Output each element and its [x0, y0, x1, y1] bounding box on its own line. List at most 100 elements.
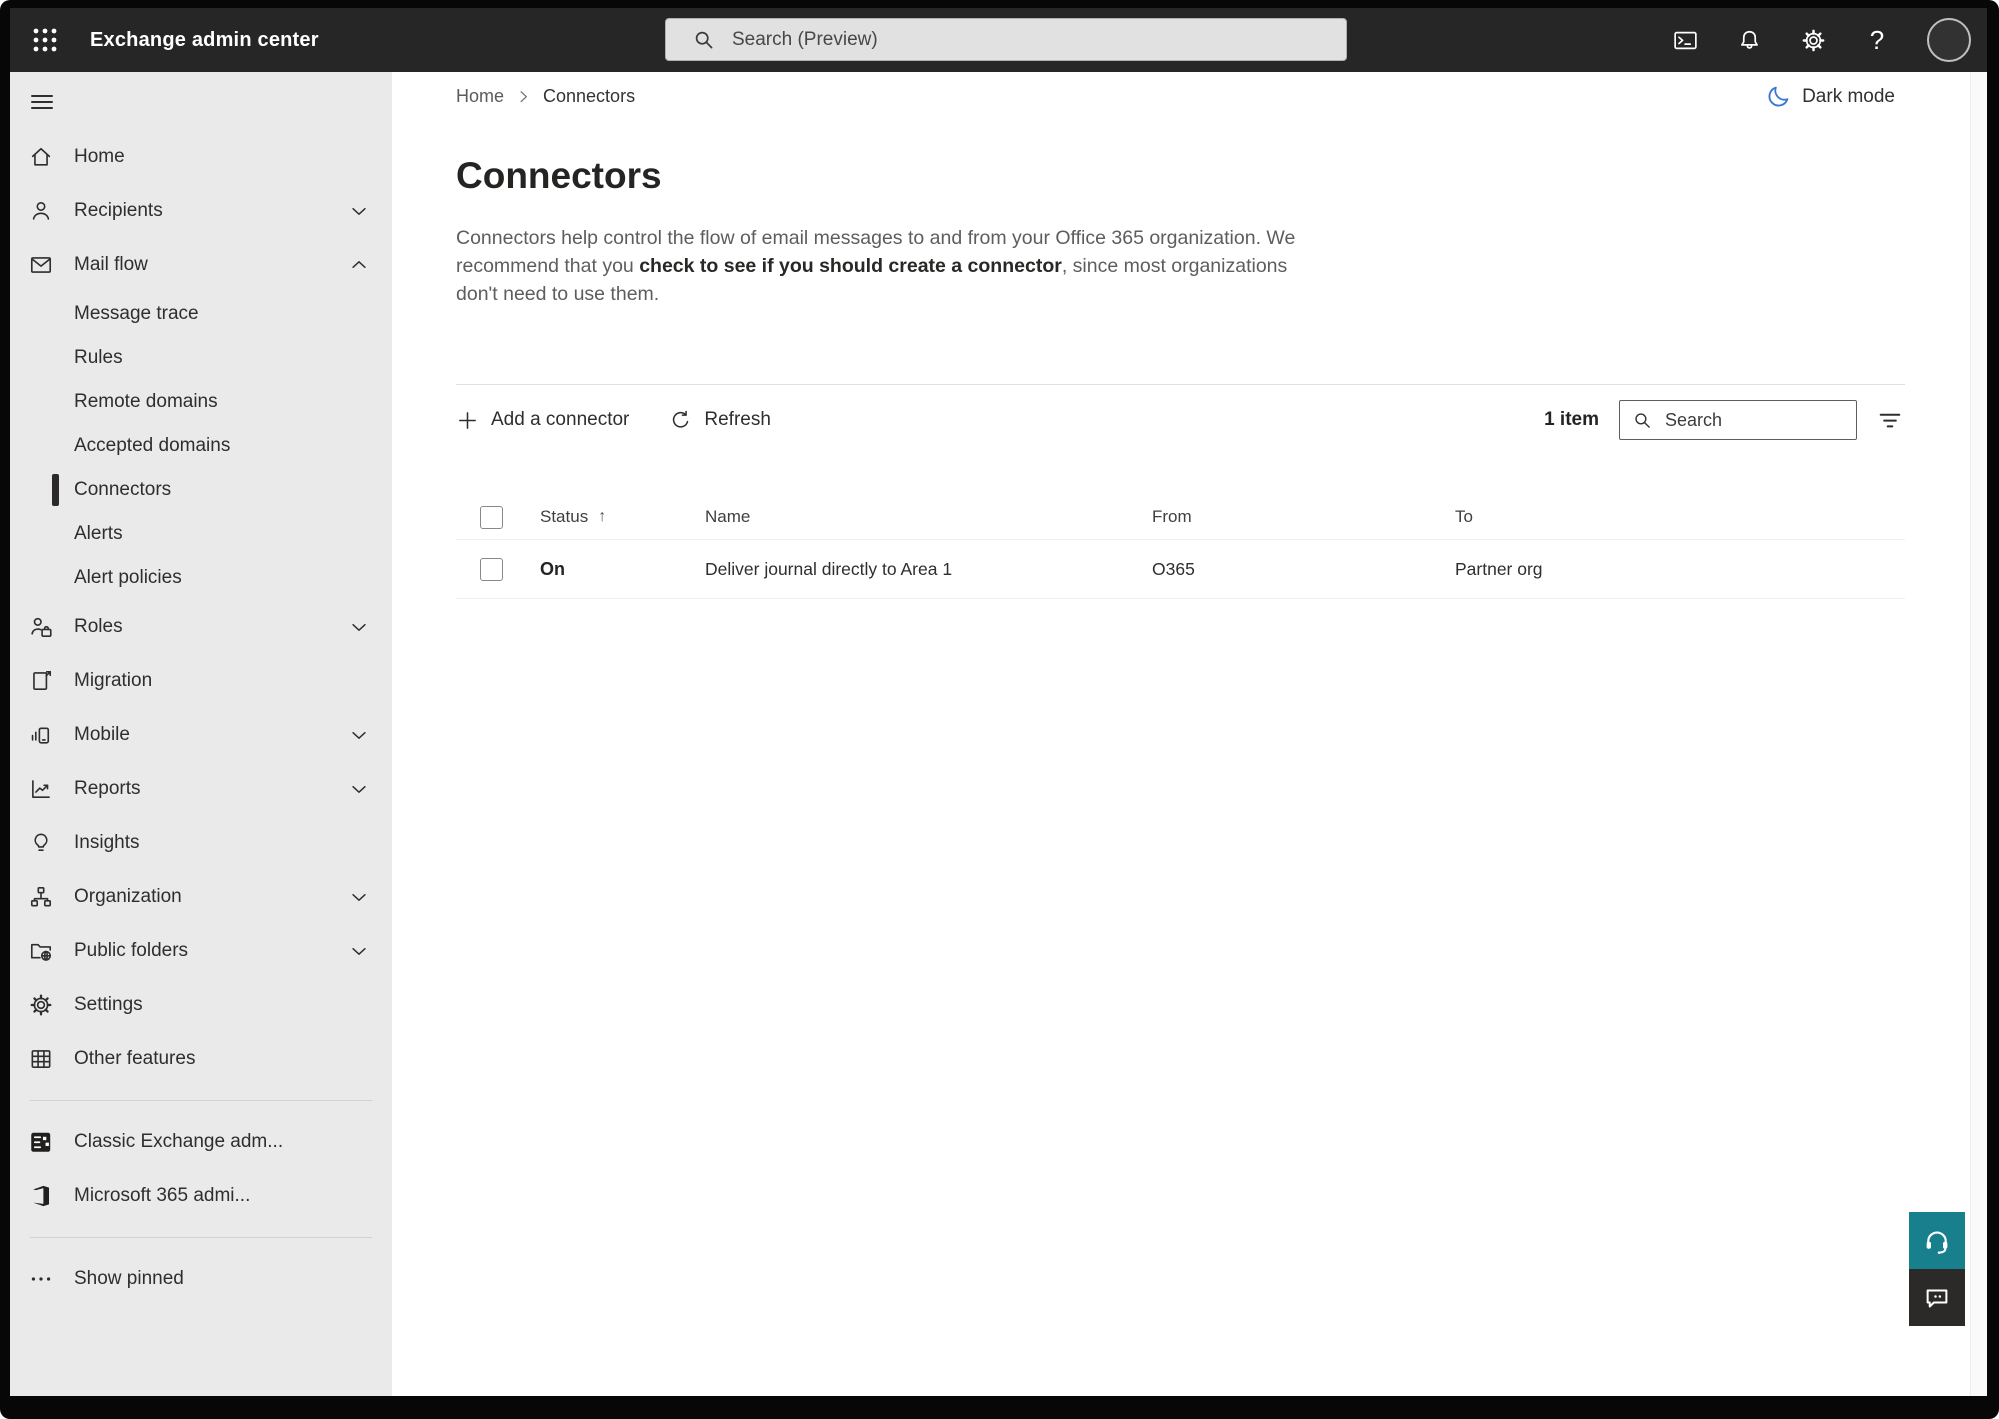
mail-icon [28, 252, 54, 278]
refresh-icon [673, 410, 689, 428]
refresh-button[interactable]: Refresh [669, 409, 771, 432]
home-icon [28, 144, 54, 170]
account-avatar[interactable] [1927, 18, 1971, 62]
app-title: Exchange admin center [90, 28, 319, 51]
sidebar-item-classic-exchange-adm[interactable]: Classic Exchange adm... [10, 1115, 392, 1169]
sidebar-item-mobile[interactable]: Mobile [10, 708, 392, 762]
sidebar-item-remote-domains[interactable]: Remote domains [10, 380, 392, 424]
row-name-cell[interactable]: Deliver journal directly to Area 1 [705, 559, 1152, 580]
app-launcher-icon[interactable] [30, 25, 60, 55]
table-row[interactable]: On Deliver journal directly to Area 1 O3… [456, 540, 1905, 600]
classic-exchange-icon [28, 1129, 54, 1155]
breadcrumb-home[interactable]: Home [456, 86, 504, 107]
sidebar-item-label: Home [74, 146, 125, 167]
global-search[interactable] [665, 18, 1347, 61]
column-header-to[interactable]: To [1455, 507, 1905, 527]
chat-icon [1926, 1289, 1948, 1307]
sidebar-item-public-folders[interactable]: Public folders [10, 924, 392, 978]
row-checkbox[interactable] [480, 557, 503, 581]
column-header-name[interactable]: Name [705, 507, 1152, 527]
sidebar-item-recipients[interactable]: Recipients [10, 184, 392, 238]
list-toolbar: Add a connector Refresh 1 item [456, 384, 1905, 455]
sidebar-divider [30, 1237, 372, 1238]
list-search[interactable] [1619, 400, 1857, 441]
sidebar-item-label: Public folders [74, 940, 189, 961]
sidebar-item-insights[interactable]: Insights [10, 816, 392, 870]
sidebar-item-roles[interactable]: Roles [10, 600, 392, 654]
sidebar-item-organization[interactable]: Organization [10, 870, 392, 924]
breadcrumb: Home Connectors [456, 84, 1905, 108]
sidebar-item-accepted-domains[interactable]: Accepted domains [10, 424, 392, 468]
sidebar-item-connectors[interactable]: Connectors [10, 468, 392, 512]
toolbar-right: 1 item [1544, 400, 1905, 441]
sidebar-item-label: Reports [74, 778, 141, 799]
column-header-status[interactable]: Status ↑ [540, 507, 705, 527]
bell-icon[interactable] [1735, 26, 1763, 54]
public-folders-icon [28, 938, 54, 964]
mobile-icon [28, 722, 54, 748]
connectors-table: Status ↑ Name From To On Deliver journal… [456, 495, 1905, 600]
sidebar-item-mail-flow[interactable]: Mail flow [10, 238, 392, 292]
sidebar-item-label: Other features [74, 1048, 196, 1069]
main-area: Dark mode Home Connectors Connectors Con… [392, 72, 1987, 1396]
topbar-icons: ? [1671, 8, 1971, 72]
column-header-from[interactable]: From [1152, 507, 1455, 527]
terminal-icon[interactable] [1671, 26, 1699, 54]
add-connector-button[interactable]: Add a connector [456, 409, 629, 432]
sidebar-item-reports[interactable]: Reports [10, 762, 392, 816]
table-header-row: Status ↑ Name From To [456, 495, 1905, 541]
sidebar-item-label: Alerts [74, 523, 123, 544]
chevron-down-icon [348, 616, 370, 638]
chevron-down-icon [348, 778, 370, 800]
chevron-up-icon [348, 254, 370, 276]
other-features-icon [28, 1046, 54, 1072]
chevron-down-icon [348, 200, 370, 222]
hamburger-icon[interactable] [28, 88, 56, 116]
support-button[interactable] [1909, 1212, 1965, 1269]
chevron-down-icon [348, 724, 370, 746]
sidebar-item-alert-policies[interactable]: Alert policies [10, 556, 392, 600]
sidebar-item-label: Message trace [74, 303, 199, 324]
gear-icon[interactable] [1799, 26, 1827, 54]
filter-icon[interactable] [1875, 405, 1905, 435]
row-from-cell: O365 [1152, 558, 1195, 579]
floating-buttons [1909, 1212, 1965, 1326]
page-description: Connectors help control the flow of emai… [456, 224, 1314, 308]
global-search-input[interactable] [730, 27, 1332, 52]
sidebar-item-label: Rules [74, 347, 123, 368]
sidebar-item-show-pinned[interactable]: Show pinned [10, 1252, 392, 1306]
list-search-input[interactable] [1663, 408, 1856, 432]
sidebar-item-label: Insights [74, 832, 140, 853]
select-all-cell [456, 505, 540, 529]
sidebar-item-rules[interactable]: Rules [10, 336, 392, 380]
select-all-checkbox[interactable] [480, 505, 503, 529]
settings-icon [28, 992, 54, 1018]
sidebar-item-label: Classic Exchange adm... [74, 1131, 284, 1152]
sidebar-item-alerts[interactable]: Alerts [10, 512, 392, 556]
sidebar-nav: Home Recipients Mail flow Message trace Rule… [10, 130, 392, 1306]
sidebar-item-microsoft-365-admi[interactable]: Microsoft 365 admi... [10, 1169, 392, 1223]
sidebar-item-label: Migration [74, 670, 153, 691]
sidebar-item-label: Alert policies [74, 567, 182, 588]
sidebar-item-label: Show pinned [74, 1268, 184, 1289]
sidebar-item-label: Recipients [74, 200, 163, 221]
row-select-cell [456, 557, 540, 581]
sidebar-item-home[interactable]: Home [10, 130, 392, 184]
sidebar-item-migration[interactable]: Migration [10, 654, 392, 708]
headset-icon [1926, 1230, 1948, 1254]
sidebar-item-label: Remote domains [74, 391, 218, 412]
add-connector-label: Add a connector [491, 409, 630, 431]
sidebar-item-other-features[interactable]: Other features [10, 1032, 392, 1086]
sidebar-item-label: Accepted domains [74, 435, 231, 456]
topbar: Exchange admin center Search (Preview) ? [10, 8, 1987, 72]
feedback-button[interactable] [1909, 1269, 1965, 1326]
help-icon[interactable]: ? [1863, 26, 1891, 54]
chevron-down-icon [348, 940, 370, 962]
sidebar-item-message-trace[interactable]: Message trace [10, 292, 392, 336]
page-content: Home Connectors Connectors Connectors he… [456, 72, 1905, 600]
sidebar: Home Recipients Mail flow Message trace Rule… [10, 72, 392, 1396]
sidebar-item-settings[interactable]: Settings [10, 978, 392, 1032]
scrollbar[interactable] [1970, 72, 1987, 1396]
create-connector-link[interactable]: check to see if you should create a conn… [639, 255, 1062, 277]
migration-icon [28, 668, 54, 694]
